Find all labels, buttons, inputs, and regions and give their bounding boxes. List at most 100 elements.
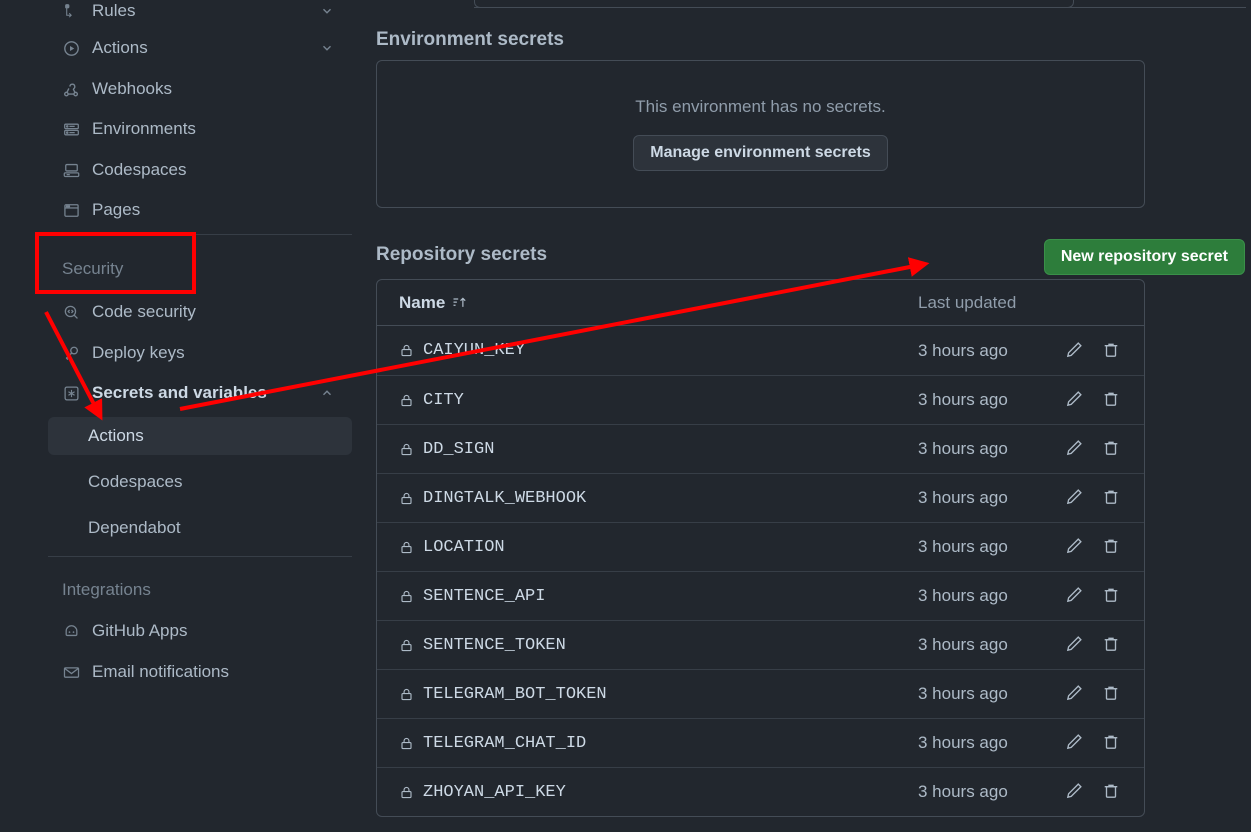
secret-name[interactable]: DD_SIGN	[423, 440, 494, 459]
delete-secret-button[interactable]	[1102, 586, 1122, 606]
table-row: ZHOYAN_API_KEY 3 hours ago	[377, 767, 1144, 816]
sidebar-item-deploy-keys[interactable]: Deploy keys	[48, 334, 352, 372]
sidebar-item-label: Environments	[92, 119, 196, 139]
sidebar-item-label: Secrets and variables	[92, 383, 267, 403]
sidebar-item-label: Webhooks	[92, 79, 172, 99]
secret-name[interactable]: SENTENCE_TOKEN	[423, 636, 566, 655]
secret-name[interactable]: LOCATION	[423, 538, 505, 557]
table-row: DINGTALK_WEBHOOK3 hours ago	[377, 473, 1144, 522]
table-row: CITY 3 hours ago	[377, 375, 1144, 424]
chevron-down-icon[interactable]	[320, 4, 334, 18]
edit-secret-button[interactable]	[1065, 733, 1085, 753]
secret-last-updated: 3 hours ago	[918, 390, 1008, 410]
settings-main: Environment secrets This environment has…	[370, 0, 1251, 832]
edit-secret-button[interactable]	[1065, 488, 1085, 508]
edit-secret-button[interactable]	[1065, 537, 1085, 557]
secret-name[interactable]: TELEGRAM_CHAT_ID	[423, 734, 586, 753]
table-header-row: Name Last updated	[377, 280, 1144, 326]
play-icon	[62, 39, 80, 57]
sidebar-item-label: Codespaces	[88, 472, 183, 492]
edit-secret-button[interactable]	[1065, 390, 1085, 410]
environment-secrets-empty-message: This environment has no secrets.	[635, 97, 885, 117]
delete-secret-button[interactable]	[1102, 439, 1122, 459]
new-repository-secret-button[interactable]: New repository secret	[1044, 239, 1245, 275]
sidebar-item-environments[interactable]: Environments	[48, 110, 352, 148]
secret-name[interactable]: DINGTALK_WEBHOOK	[423, 489, 586, 508]
secret-last-updated: 3 hours ago	[918, 586, 1008, 606]
environment-secrets-title: Environment secrets	[376, 29, 564, 51]
lock-icon	[399, 442, 414, 457]
sidebar-item-label: Deploy keys	[92, 343, 185, 363]
manage-environment-secrets-button[interactable]: Manage environment secrets	[633, 135, 888, 171]
sidebar-item-rules[interactable]: Rules	[48, 0, 352, 30]
delete-secret-button[interactable]	[1102, 341, 1122, 361]
secret-name[interactable]: SENTENCE_API	[423, 587, 545, 606]
table-row: SENTENCE_API 3 hours ago	[377, 571, 1144, 620]
sidebar-section-security: Security	[62, 259, 123, 279]
secret-name[interactable]: ZHOYAN_API_KEY	[423, 783, 566, 802]
sidebar-item-label: GitHub Apps	[92, 621, 187, 641]
secret-name[interactable]: CITY	[423, 391, 464, 410]
sidebar-item-code-security[interactable]: Code security	[48, 293, 352, 331]
sort-asc-icon[interactable]	[452, 295, 467, 310]
sidebar-item-secrets-actions[interactable]: Actions	[48, 417, 352, 455]
secret-last-updated: 3 hours ago	[918, 439, 1008, 459]
sidebar-item-secrets-and-variables[interactable]: Secrets and variables	[48, 374, 352, 412]
edit-secret-button[interactable]	[1065, 635, 1085, 655]
edit-secret-button[interactable]	[1065, 586, 1085, 606]
sidebar-item-label: Codespaces	[92, 160, 187, 180]
sidebar-item-label: Code security	[92, 302, 196, 322]
sidebar-item-label: Pages	[92, 200, 140, 220]
lock-icon	[399, 687, 414, 702]
chevron-down-icon[interactable]	[320, 41, 334, 55]
sidebar-item-label: Actions	[92, 38, 148, 58]
rules-icon	[62, 2, 80, 20]
sidebar-section-integrations: Integrations	[62, 580, 151, 600]
delete-secret-button[interactable]	[1102, 635, 1122, 655]
delete-secret-button[interactable]	[1102, 537, 1122, 557]
sidebar-item-codespaces[interactable]: Codespaces	[48, 151, 352, 189]
edit-secret-button[interactable]	[1065, 782, 1085, 802]
sidebar-item-secrets-dependabot[interactable]: Dependabot	[48, 509, 352, 547]
secret-name[interactable]: CAIYUN_KEY	[423, 341, 525, 360]
sidebar-item-github-apps[interactable]: GitHub Apps	[48, 612, 352, 650]
lock-icon	[399, 736, 414, 751]
delete-secret-button[interactable]	[1102, 782, 1122, 802]
sidebar-item-pages[interactable]: Pages	[48, 191, 352, 229]
delete-secret-button[interactable]	[1102, 390, 1122, 410]
repository-secrets-title: Repository secrets	[376, 244, 547, 266]
lock-icon	[399, 491, 414, 506]
delete-secret-button[interactable]	[1102, 733, 1122, 753]
lock-icon	[399, 589, 414, 604]
delete-secret-button[interactable]	[1102, 488, 1122, 508]
table-body: CAIYUN_KEY3 hours agoCITY3 hours agoDD_S…	[377, 326, 1144, 816]
lock-icon	[399, 343, 414, 358]
column-header-last-updated: Last updated	[918, 293, 1016, 313]
secret-last-updated: 3 hours ago	[918, 684, 1008, 704]
mail-icon	[62, 663, 80, 681]
delete-secret-button[interactable]	[1102, 684, 1122, 704]
sidebar-item-secrets-codespaces[interactable]: Codespaces	[48, 463, 352, 501]
page-root: Rules Actions Webhooks Environment	[0, 0, 1251, 832]
table-row: DD_SIGN 3 hours ago	[377, 424, 1144, 473]
sidebar-item-email-notifications[interactable]: Email notifications	[48, 653, 352, 691]
edit-secret-button[interactable]	[1065, 439, 1085, 459]
column-header-name[interactable]: Name	[399, 293, 467, 313]
edit-secret-button[interactable]	[1065, 341, 1085, 361]
lock-icon	[399, 638, 414, 653]
secret-name[interactable]: TELEGRAM_BOT_TOKEN	[423, 685, 607, 704]
secret-last-updated: 3 hours ago	[918, 782, 1008, 802]
top-divider	[474, 7, 1246, 8]
codespaces-icon	[62, 161, 80, 179]
lock-icon	[399, 540, 414, 555]
edit-secret-button[interactable]	[1065, 684, 1085, 704]
sidebar-item-actions[interactable]: Actions	[48, 29, 352, 67]
webhook-icon	[62, 80, 80, 98]
app-icon	[62, 622, 80, 640]
table-row: LOCATION3 hours ago	[377, 522, 1144, 571]
sidebar-item-webhooks[interactable]: Webhooks	[48, 70, 352, 108]
chevron-up-icon[interactable]	[320, 386, 334, 400]
secret-last-updated: 3 hours ago	[918, 635, 1008, 655]
browser-icon	[62, 201, 80, 219]
table-row: SENTENCE_TOKEN 3 hours ago	[377, 620, 1144, 669]
